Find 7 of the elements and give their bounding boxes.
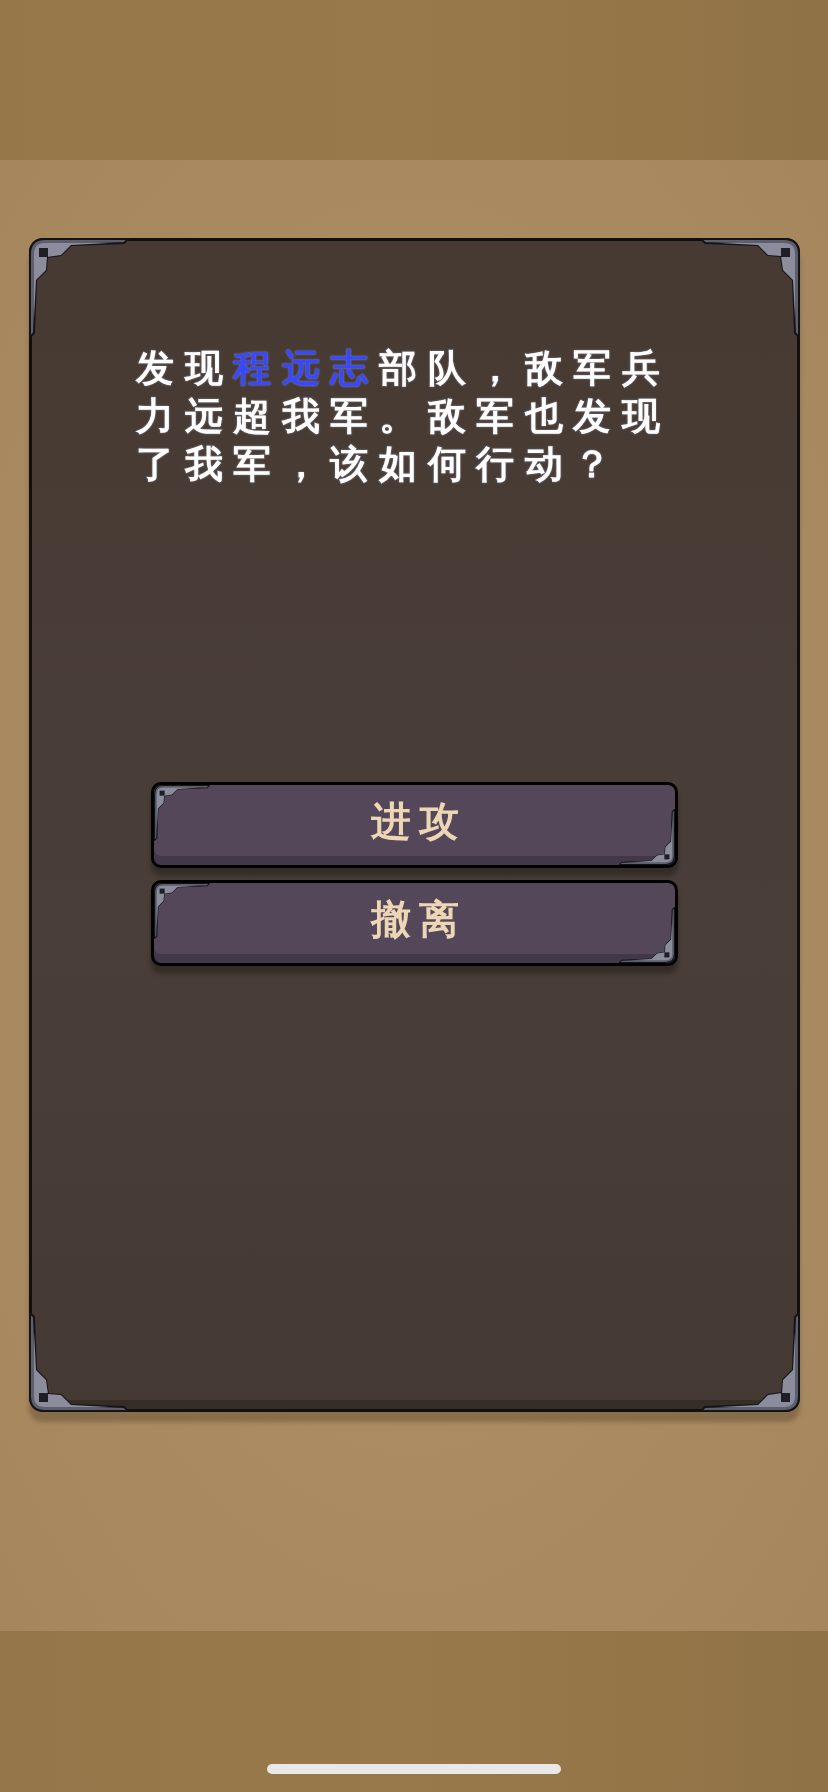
choice-button[interactable]: 进攻 bbox=[151, 782, 678, 868]
corner-bracket-icon bbox=[154, 785, 210, 841]
choice-button[interactable]: 撤离 bbox=[151, 880, 678, 966]
dialog-message: 发现 程远志 部队，敌军兵力远超我军。敌军也发现了我军，该如何行动？ bbox=[136, 345, 672, 488]
corner-bracket-icon bbox=[154, 883, 210, 939]
corner-bracket-icon bbox=[619, 809, 675, 865]
corner-bracket-icon bbox=[619, 907, 675, 963]
